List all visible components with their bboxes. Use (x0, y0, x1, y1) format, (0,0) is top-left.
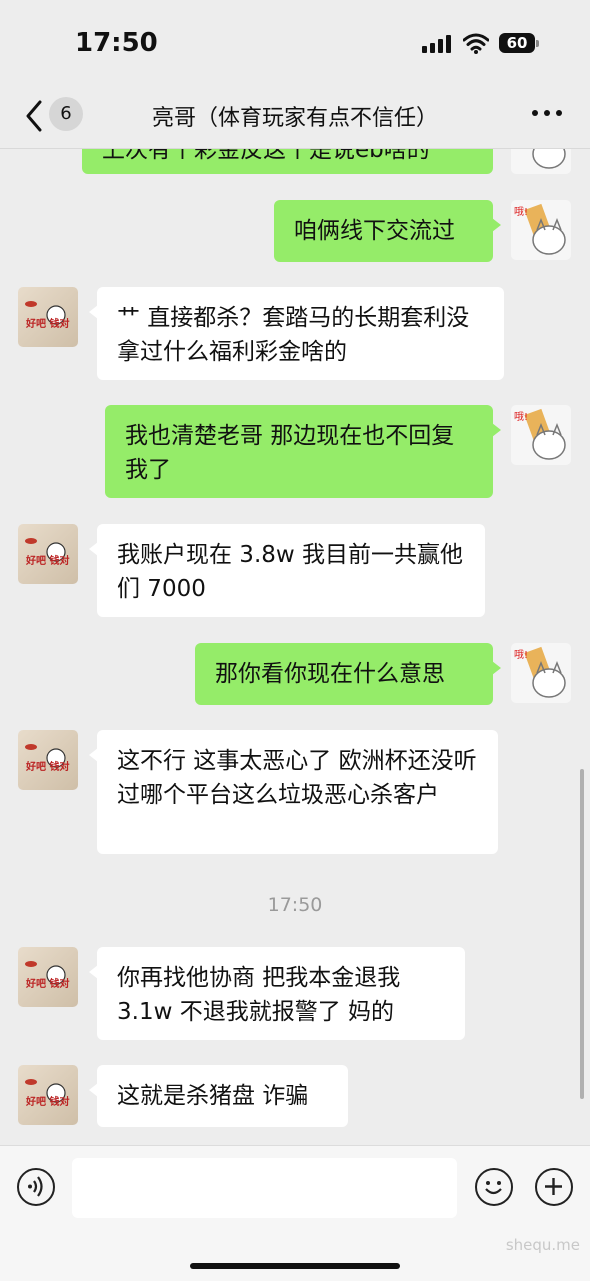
cellular-signal-icon (422, 35, 452, 53)
emoji-icon[interactable] (475, 1168, 513, 1206)
my-avatar[interactable]: 哦! (511, 405, 571, 465)
svg-text:好吧 钱对: 好吧 钱对 (25, 554, 69, 567)
message-bubble-me[interactable]: 上次有个彩金反这个是说eb啥的 (82, 149, 493, 174)
plus-icon[interactable] (535, 1168, 573, 1206)
message-bubble-me[interactable]: 那你看你现在什么意思 (195, 643, 501, 705)
cartoon-avatar-icon: 好吧 钱对 (25, 301, 69, 330)
cartoon-avatar-icon: 好吧 钱对 (25, 744, 69, 773)
svg-text:哦!: 哦! (514, 649, 528, 661)
chat-header: 6 亮哥（体育玩家有点不信任） (0, 90, 590, 149)
chat-title: 亮哥（体育玩家有点不信任） (151, 106, 438, 131)
contact-avatar[interactable]: 好吧 钱对 (18, 287, 78, 347)
message-bubble-them[interactable]: 我账户现在 3.8w 我目前一共赢他们 7000 (89, 524, 485, 617)
status-time: 17:50 (75, 28, 158, 58)
svg-text:好吧 钱对: 好吧 钱对 (25, 317, 69, 330)
cartoon-avatar-icon: 好吧 钱对 (25, 961, 69, 990)
my-avatar[interactable]: 哦! (511, 643, 571, 703)
svg-text:好吧 钱对: 好吧 钱对 (25, 977, 69, 990)
svg-text:好吧 钱对: 好吧 钱对 (25, 1095, 69, 1108)
watermark: shequ.me (505, 1236, 580, 1254)
add-cross-icon (545, 1178, 562, 1195)
message-bubble-them[interactable]: 你再找他协商 把我本金退我 3.1w 不退我就报警了 妈的 (89, 947, 465, 1040)
message-bubble-them[interactable]: 这不行 这事太恶心了 欧洲杯还没听过哪个平台这么垃圾恶心杀客户 (89, 730, 498, 854)
cat-avatar-icon (532, 149, 566, 169)
message-bubble-me[interactable]: 我也清楚老哥 那边现在也不回复我了 (105, 405, 501, 498)
svg-text:哦!: 哦! (514, 411, 528, 423)
chat-message-list[interactable]: 上次有个彩金反这个是说eb啥的 咱俩线下交流过 哦! 好吧 钱对 艹 直接都杀？… (0, 149, 590, 1145)
smiley-face-icon (485, 1181, 502, 1195)
contact-avatar[interactable]: 好吧 钱对 (18, 947, 78, 1007)
contact-avatar[interactable]: 好吧 钱对 (18, 524, 78, 584)
unread-count-badge[interactable]: 6 (49, 97, 83, 131)
cat-avatar-icon: 哦! (514, 646, 566, 698)
svg-text:好吧 钱对: 好吧 钱对 (25, 760, 69, 773)
message-bubble-me[interactable]: 咱俩线下交流过 (274, 200, 501, 262)
contact-avatar[interactable]: 好吧 钱对 (18, 1065, 78, 1125)
cartoon-avatar-icon: 好吧 钱对 (25, 538, 69, 567)
home-indicator[interactable] (190, 1263, 400, 1269)
message-input[interactable] (72, 1158, 457, 1218)
battery-icon: 60 (499, 33, 539, 53)
my-avatar[interactable] (511, 149, 571, 174)
message-bubble-them[interactable]: 艹 直接都杀？套踏马的长期套利没拿过什么福利彩金啥的 (89, 287, 504, 380)
svg-text:哦!: 哦! (514, 206, 528, 218)
voice-icon[interactable] (17, 1168, 55, 1206)
timestamp-divider: 17:50 (267, 894, 323, 916)
message-bubble-them[interactable]: 这就是杀猪盘 诈骗 (89, 1065, 348, 1127)
input-bar (0, 1145, 590, 1281)
cat-avatar-icon: 哦! (514, 408, 566, 460)
status-bar: 17:50 60 (0, 0, 590, 90)
wifi-icon (463, 33, 489, 54)
cartoon-avatar-icon: 好吧 钱对 (25, 1079, 69, 1108)
scrollbar[interactable] (580, 769, 584, 1099)
cat-avatar-icon: 哦! (514, 203, 566, 255)
voice-waves-icon (28, 1176, 43, 1197)
contact-avatar[interactable]: 好吧 钱对 (18, 730, 78, 790)
more-dots-icon[interactable] (532, 110, 564, 120)
back-chevron-icon[interactable] (20, 96, 50, 136)
my-avatar[interactable]: 哦! (511, 200, 571, 260)
